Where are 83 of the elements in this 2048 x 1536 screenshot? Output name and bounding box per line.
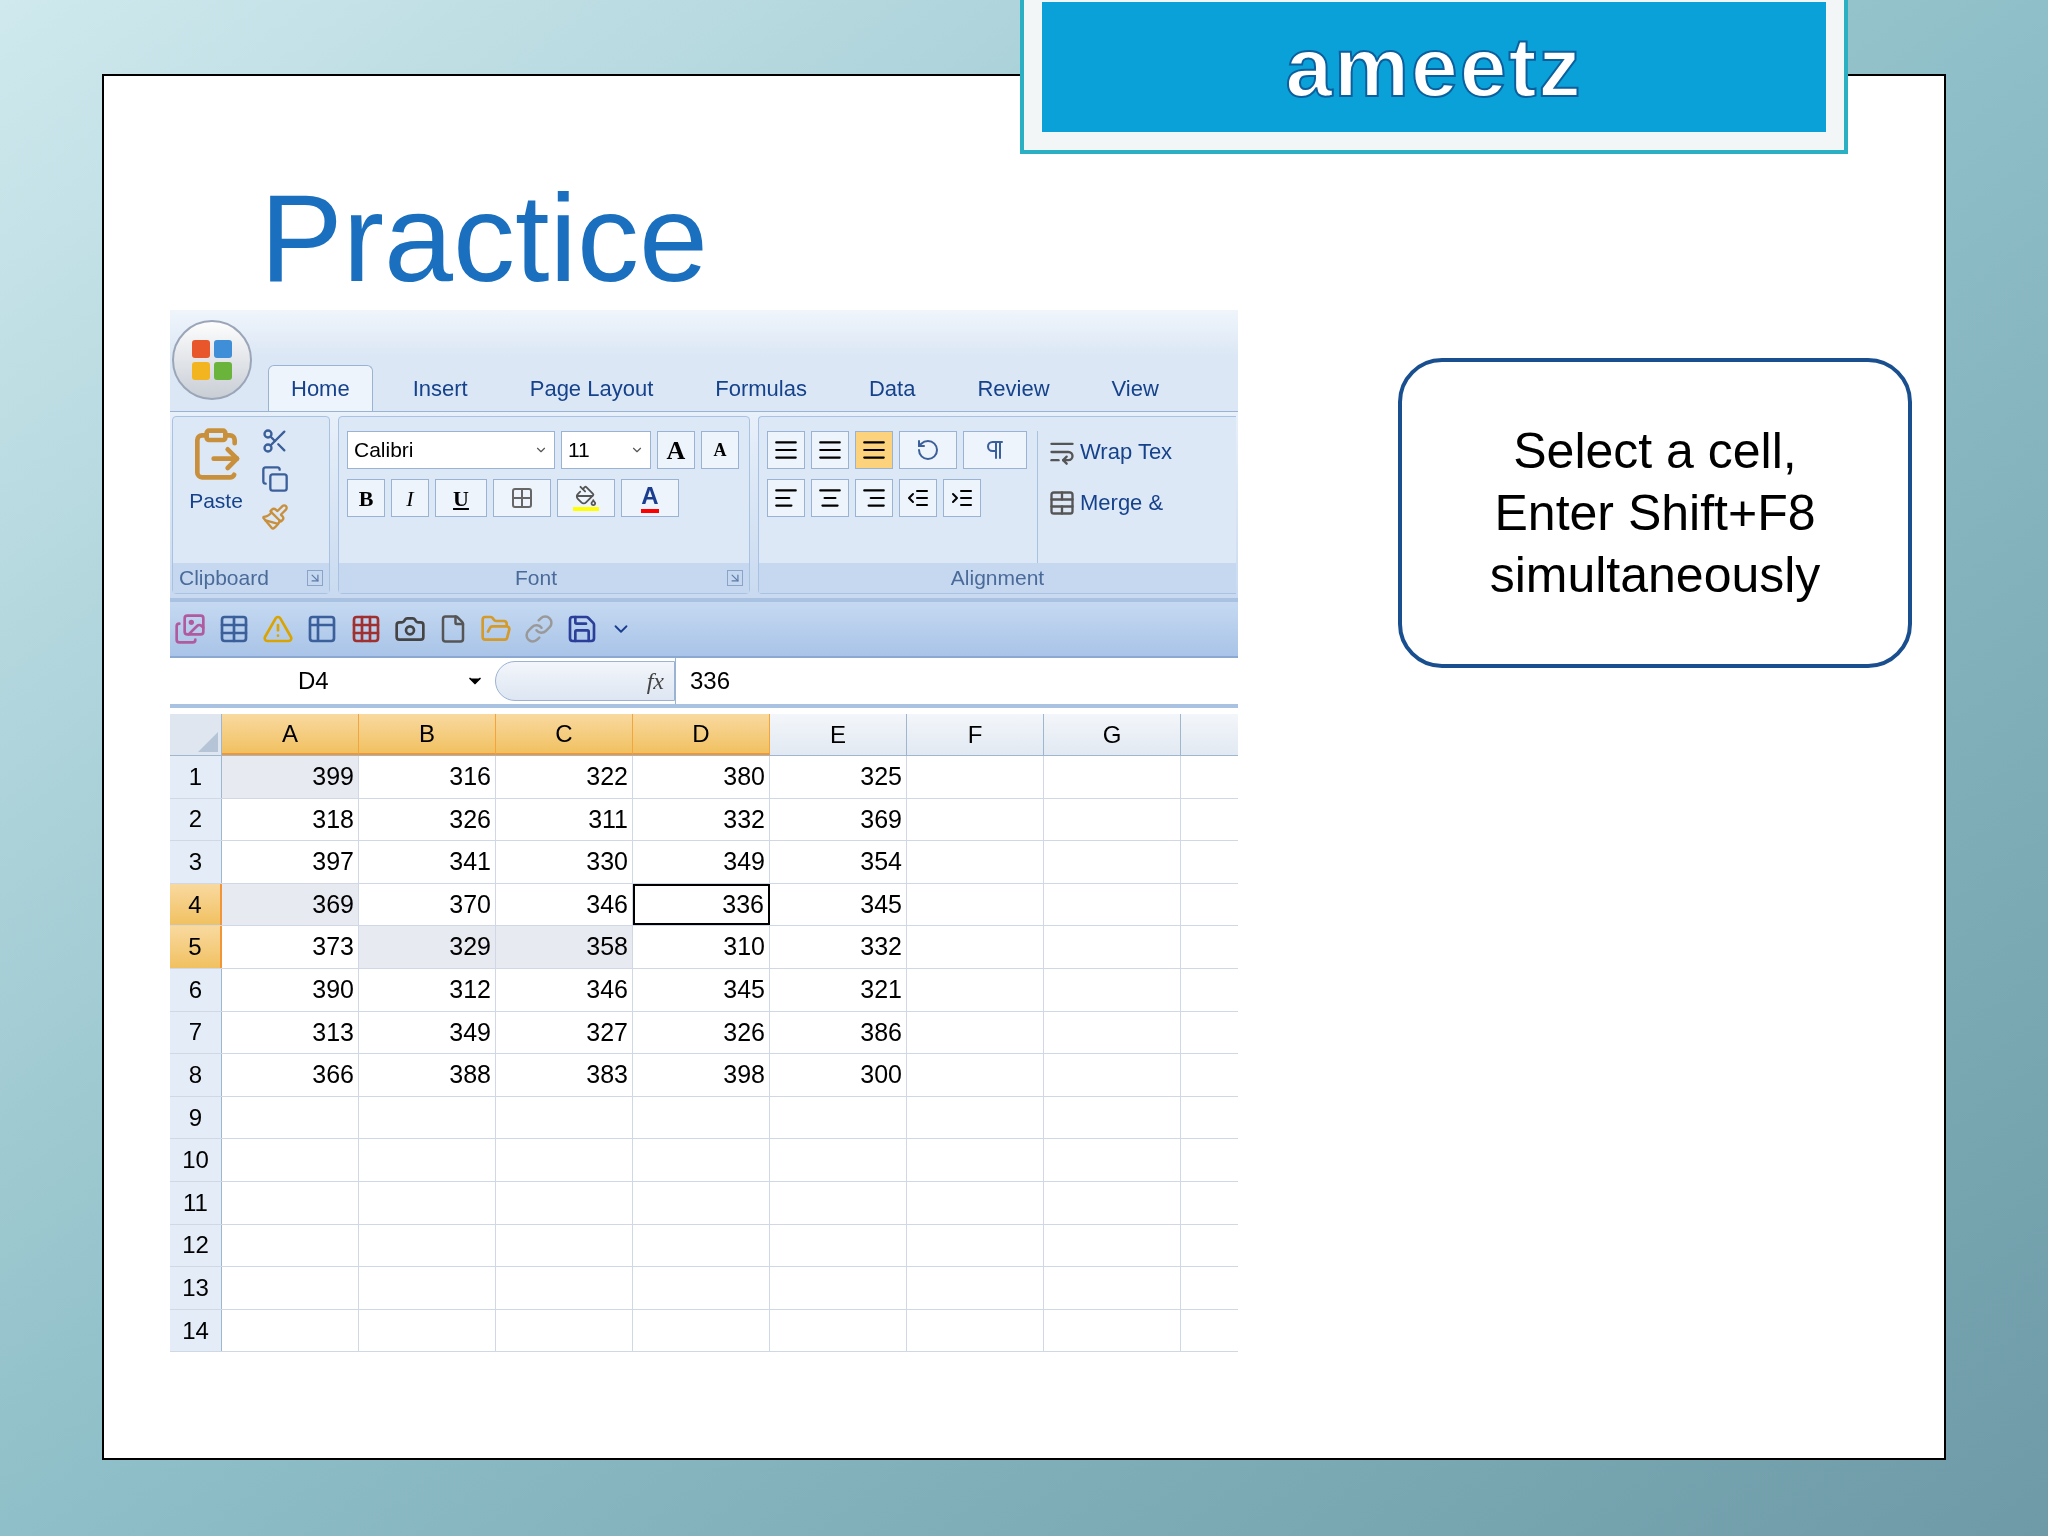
dialog-launcher-icon[interactable] bbox=[727, 570, 743, 586]
row-header[interactable]: 13 bbox=[170, 1267, 222, 1309]
bold-button[interactable]: B bbox=[347, 479, 385, 517]
grid-icon[interactable] bbox=[350, 613, 382, 645]
column-header[interactable]: B bbox=[359, 714, 496, 755]
dialog-launcher-icon[interactable] bbox=[307, 570, 323, 586]
vertical-align-button[interactable] bbox=[767, 431, 805, 469]
link-icon[interactable] bbox=[524, 614, 554, 644]
name-box[interactable]: D4 bbox=[170, 658, 495, 704]
table-cell[interactable]: 329 bbox=[359, 926, 496, 968]
table-icon[interactable] bbox=[218, 613, 250, 645]
row-header[interactable]: 12 bbox=[170, 1224, 222, 1267]
paint-bucket-icon bbox=[573, 485, 599, 511]
wrap-text-button[interactable]: Wrap Tex bbox=[1048, 435, 1173, 468]
table-cell[interactable]: 399 bbox=[222, 756, 359, 798]
column-header[interactable]: F bbox=[907, 714, 1044, 755]
row-header[interactable]: 2 bbox=[170, 798, 222, 841]
column-header[interactable]: G bbox=[1044, 714, 1181, 755]
merge-button[interactable]: Merge & bbox=[1048, 486, 1173, 519]
ribbon-tab[interactable]: Home bbox=[268, 365, 373, 411]
row-header[interactable]: 9 bbox=[170, 1096, 222, 1139]
row-header[interactable]: 8 bbox=[170, 1054, 222, 1096]
table-icon[interactable] bbox=[306, 613, 338, 645]
ribbon-tab[interactable]: View bbox=[1089, 365, 1181, 411]
select-all-corner[interactable] bbox=[170, 714, 222, 755]
orientation-button[interactable] bbox=[899, 431, 957, 469]
table-cell[interactable]: 336 bbox=[633, 883, 770, 926]
column-header[interactable]: C bbox=[496, 714, 633, 755]
group-label: Alignment bbox=[950, 565, 1045, 592]
align-left-button[interactable] bbox=[767, 479, 805, 517]
row-header[interactable]: 14 bbox=[170, 1309, 222, 1352]
text-direction-button[interactable] bbox=[963, 431, 1027, 469]
shrink-font-button[interactable]: A bbox=[701, 431, 739, 469]
group-label: Clipboard bbox=[179, 565, 269, 592]
copy-icon[interactable] bbox=[261, 465, 289, 493]
row-header[interactable]: 6 bbox=[170, 968, 222, 1011]
row-header[interactable]: 11 bbox=[170, 1181, 222, 1224]
slide-title: Practice bbox=[260, 168, 709, 309]
format-painter-icon[interactable] bbox=[261, 503, 289, 531]
borders-icon bbox=[510, 486, 534, 510]
font-name-dropdown[interactable]: Calibri bbox=[347, 431, 555, 469]
align-right-button[interactable] bbox=[855, 479, 893, 517]
column-header[interactable]: A bbox=[222, 714, 359, 755]
increase-indent-button[interactable] bbox=[943, 479, 981, 517]
ribbon-tab[interactable]: Insert bbox=[390, 365, 490, 411]
underline-button[interactable]: U bbox=[435, 479, 487, 517]
callout-text: Select a cell, Enter Shift+F8 simultaneously bbox=[1489, 422, 1821, 605]
formula-field[interactable]: 336 bbox=[675, 658, 1238, 704]
column-header[interactable] bbox=[1181, 714, 1238, 755]
row-header[interactable]: 10 bbox=[170, 1139, 222, 1181]
row-header[interactable]: 4 bbox=[170, 883, 222, 926]
insert-function-button[interactable]: fx bbox=[495, 661, 675, 701]
rotate-icon bbox=[916, 438, 940, 462]
table-cell[interactable]: 358 bbox=[496, 926, 633, 968]
align-center-button[interactable] bbox=[811, 479, 849, 517]
decrease-indent-button[interactable] bbox=[899, 479, 937, 517]
save-icon[interactable] bbox=[566, 613, 598, 645]
ribbon-tab[interactable]: Review bbox=[955, 365, 1072, 411]
row-header[interactable]: 7 bbox=[170, 1011, 222, 1054]
logo-text: ameetz bbox=[1285, 19, 1583, 116]
column-header[interactable]: E bbox=[770, 714, 907, 755]
paste-button[interactable]: Paste bbox=[181, 423, 251, 563]
italic-button[interactable]: I bbox=[391, 479, 429, 517]
fill-color-button[interactable] bbox=[557, 479, 615, 517]
column-header[interactable]: D bbox=[633, 714, 770, 755]
font-size-dropdown[interactable]: 11 bbox=[561, 431, 651, 469]
vertical-align-button[interactable] bbox=[855, 431, 893, 469]
table-cell[interactable]: 369 bbox=[222, 883, 359, 926]
ribbon-tab[interactable]: Data bbox=[846, 365, 938, 411]
group-label: Font bbox=[514, 565, 558, 592]
grow-font-button[interactable]: A bbox=[657, 431, 695, 469]
images-icon[interactable] bbox=[174, 613, 206, 645]
font-color-button[interactable]: A bbox=[621, 479, 679, 517]
office-logo-icon bbox=[190, 338, 234, 382]
row-header[interactable]: 1 bbox=[170, 756, 222, 798]
row-header[interactable]: 3 bbox=[170, 841, 222, 883]
ribbon-tab[interactable]: Page Layout bbox=[507, 365, 676, 411]
warning-icon[interactable] bbox=[262, 613, 294, 645]
ribbon-tab[interactable]: Formulas bbox=[693, 365, 829, 411]
borders-button[interactable] bbox=[493, 479, 551, 517]
vertical-align-button[interactable] bbox=[811, 431, 849, 469]
row-header[interactable]: 5 bbox=[170, 926, 222, 968]
merge-cells-icon bbox=[1048, 488, 1076, 517]
